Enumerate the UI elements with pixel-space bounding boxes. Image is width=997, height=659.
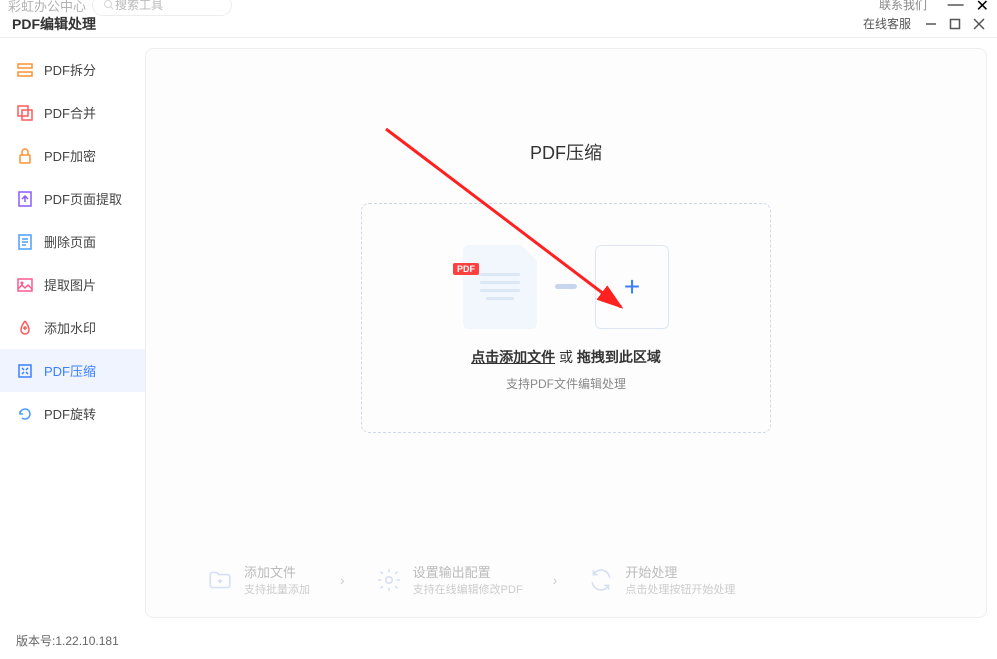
sidebar-label: PDF加密 bbox=[44, 146, 96, 165]
merge-icon bbox=[16, 104, 34, 122]
sidebar-label: 删除页面 bbox=[44, 232, 96, 251]
step-process: 开始处理 点击处理按钮开始处理 bbox=[587, 562, 735, 597]
plus-icon: + bbox=[624, 271, 640, 303]
minimize-icon[interactable] bbox=[925, 18, 937, 30]
sidebar-item-encrypt[interactable]: PDF加密 bbox=[0, 134, 145, 177]
delete-page-icon bbox=[16, 233, 34, 251]
add-file-card[interactable]: + bbox=[595, 245, 669, 329]
sidebar-item-extract-page[interactable]: PDF页面提取 bbox=[0, 177, 145, 220]
brand-name: 彩虹办公中心 bbox=[8, 0, 86, 15]
split-icon bbox=[16, 61, 34, 79]
drop-zone-sub: 支持PDF文件编辑处理 bbox=[506, 375, 626, 392]
drop-zone-instruction: 点击添加文件 或 拖拽到此区域 bbox=[471, 347, 661, 367]
search-icon bbox=[103, 0, 115, 11]
folder-plus-icon bbox=[206, 566, 234, 594]
step-sub: 支持在线编辑修改PDF bbox=[413, 581, 523, 597]
sidebar-label: PDF页面提取 bbox=[44, 189, 122, 208]
step-title: 开始处理 bbox=[625, 562, 735, 581]
sidebar-item-compress[interactable]: PDF压缩 bbox=[0, 349, 145, 392]
sidebar-item-watermark[interactable]: 添加水印 bbox=[0, 306, 145, 349]
lock-icon bbox=[16, 147, 34, 165]
sidebar-label: PDF合并 bbox=[44, 103, 96, 122]
step-sub: 点击处理按钮开始处理 bbox=[625, 581, 735, 597]
search-box[interactable] bbox=[92, 0, 232, 16]
sidebar-label: 添加水印 bbox=[44, 318, 96, 337]
extract-page-icon bbox=[16, 190, 34, 208]
pdf-badge: PDF bbox=[453, 263, 479, 275]
step-config: 设置输出配置 支持在线编辑修改PDF bbox=[375, 562, 523, 597]
sidebar-item-merge[interactable]: PDF合并 bbox=[0, 91, 145, 134]
sidebar-item-extract-image[interactable]: 提取图片 bbox=[0, 263, 145, 306]
drop-zone[interactable]: PDF + 点击添加文件 或 拖拽到此区域 支持PDF文件编辑处理 bbox=[361, 203, 771, 433]
dash-icon bbox=[555, 284, 577, 289]
online-customer-service[interactable]: 在线客服 bbox=[863, 15, 911, 32]
watermark-icon bbox=[16, 319, 34, 337]
chevron-right-icon: › bbox=[340, 572, 345, 588]
compress-icon bbox=[16, 362, 34, 380]
sidebar-label: 提取图片 bbox=[44, 275, 96, 294]
sidebar-item-delete-page[interactable]: 删除页面 bbox=[0, 220, 145, 263]
image-icon bbox=[16, 276, 34, 294]
version-footer: 版本号:1.22.10.181 bbox=[16, 632, 119, 649]
step-add-file: 添加文件 支持批量添加 bbox=[206, 562, 310, 597]
step-title: 添加文件 bbox=[244, 562, 310, 581]
top-close-icon[interactable]: ✕ bbox=[976, 0, 989, 16]
contact-us[interactable]: 联系我们 bbox=[879, 0, 927, 13]
sidebar-label: PDF压缩 bbox=[44, 361, 96, 380]
gear-icon bbox=[375, 566, 403, 594]
page-title: PDF压缩 bbox=[530, 139, 602, 165]
chevron-right-icon: › bbox=[553, 572, 558, 588]
sidebar-item-split[interactable]: PDF拆分 bbox=[0, 48, 145, 91]
close-icon[interactable] bbox=[973, 18, 985, 30]
maximize-icon[interactable] bbox=[949, 18, 961, 30]
step-title: 设置输出配置 bbox=[413, 562, 523, 581]
search-input[interactable] bbox=[115, 0, 215, 12]
pdf-document-icon: PDF bbox=[463, 245, 537, 329]
step-sub: 支持批量添加 bbox=[244, 581, 310, 597]
refresh-icon bbox=[587, 566, 615, 594]
sidebar-label: PDF拆分 bbox=[44, 60, 96, 79]
sidebar-item-rotate[interactable]: PDF旋转 bbox=[0, 392, 145, 435]
rotate-icon bbox=[16, 405, 34, 423]
sidebar-label: PDF旋转 bbox=[44, 404, 96, 423]
top-minimize-icon[interactable]: — bbox=[948, 0, 964, 16]
